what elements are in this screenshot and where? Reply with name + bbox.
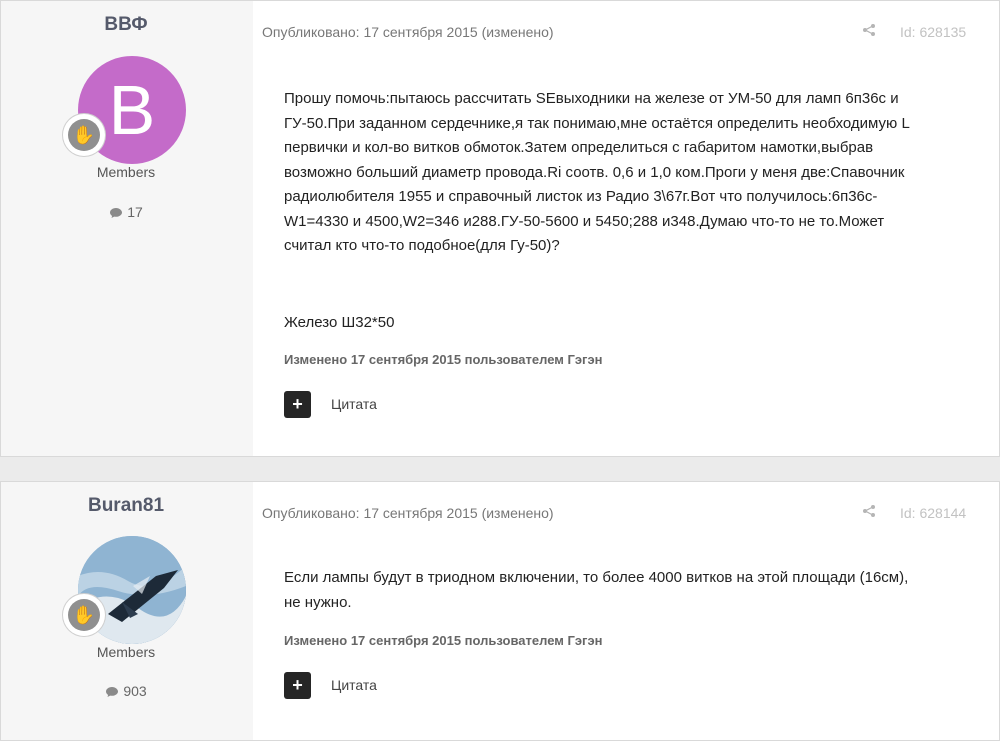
post-count: 17 xyxy=(0,204,252,220)
content-line: Если лампы будут в триодном включении, т… xyxy=(284,569,909,586)
content-line: не нужно. xyxy=(284,593,352,611)
multiquote-button[interactable]: + xyxy=(284,391,311,418)
author-name[interactable]: Buran81 xyxy=(0,495,252,517)
comment-icon xyxy=(105,683,123,699)
post-count: 903 xyxy=(0,683,252,699)
share-icon[interactable] xyxy=(862,504,876,522)
post-content: Прошу помочь:пытаюсь рассчитать SEвыходн… xyxy=(284,87,956,335)
content-line: W1=4330 и 4500,W2=346 и288.ГУ-50-5600 и … xyxy=(284,212,885,230)
hand-icon: ✋ xyxy=(68,599,100,631)
content-line: ГУ-50.При заданном сердечнике,я так пони… xyxy=(284,114,910,132)
content-line: возможно больший диаметр провода.Ri соот… xyxy=(284,163,905,181)
multiquote-button[interactable]: + xyxy=(284,672,311,699)
quote-button[interactable]: Цитата xyxy=(331,396,377,412)
post-id-link[interactable]: Id: 628144 xyxy=(900,505,966,521)
content-line: радиолюбителя 1955 и справочный листок и… xyxy=(284,188,878,205)
content-line xyxy=(284,283,956,308)
content-line: считал кто что-то подобное(для Гу-50)? xyxy=(284,237,560,254)
post-id-link[interactable]: Id: 628135 xyxy=(900,24,966,40)
rank-badge: ✋ xyxy=(63,594,105,636)
edited-note: Изменено 17 сентября 2015 пользователем … xyxy=(284,352,603,367)
quote-button[interactable]: Цитата xyxy=(331,677,377,693)
content-line xyxy=(284,259,956,284)
rank-badge: ✋ xyxy=(63,114,105,156)
content-line: первички и кол-во витков обмоток.Затем о… xyxy=(284,139,874,156)
content-line: Железо Ш32*50 xyxy=(284,313,395,331)
member-role: Members xyxy=(96,644,156,660)
comment-icon xyxy=(109,204,127,220)
post-meta: Опубликовано: 17 сентября 2015 (изменено… xyxy=(262,505,554,521)
content-line: Прошу помочь:пытаюсь рассчитать SEвыходн… xyxy=(284,90,899,107)
share-icon[interactable] xyxy=(862,23,876,41)
hand-icon: ✋ xyxy=(68,119,100,151)
member-role: Members xyxy=(96,164,156,180)
post-meta: Опубликовано: 17 сентября 2015 (изменено… xyxy=(262,24,554,40)
edited-note: Изменено 17 сентября 2015 пользователем … xyxy=(284,633,603,648)
post-content: Если лампы будут в триодном включении, т… xyxy=(284,566,956,615)
